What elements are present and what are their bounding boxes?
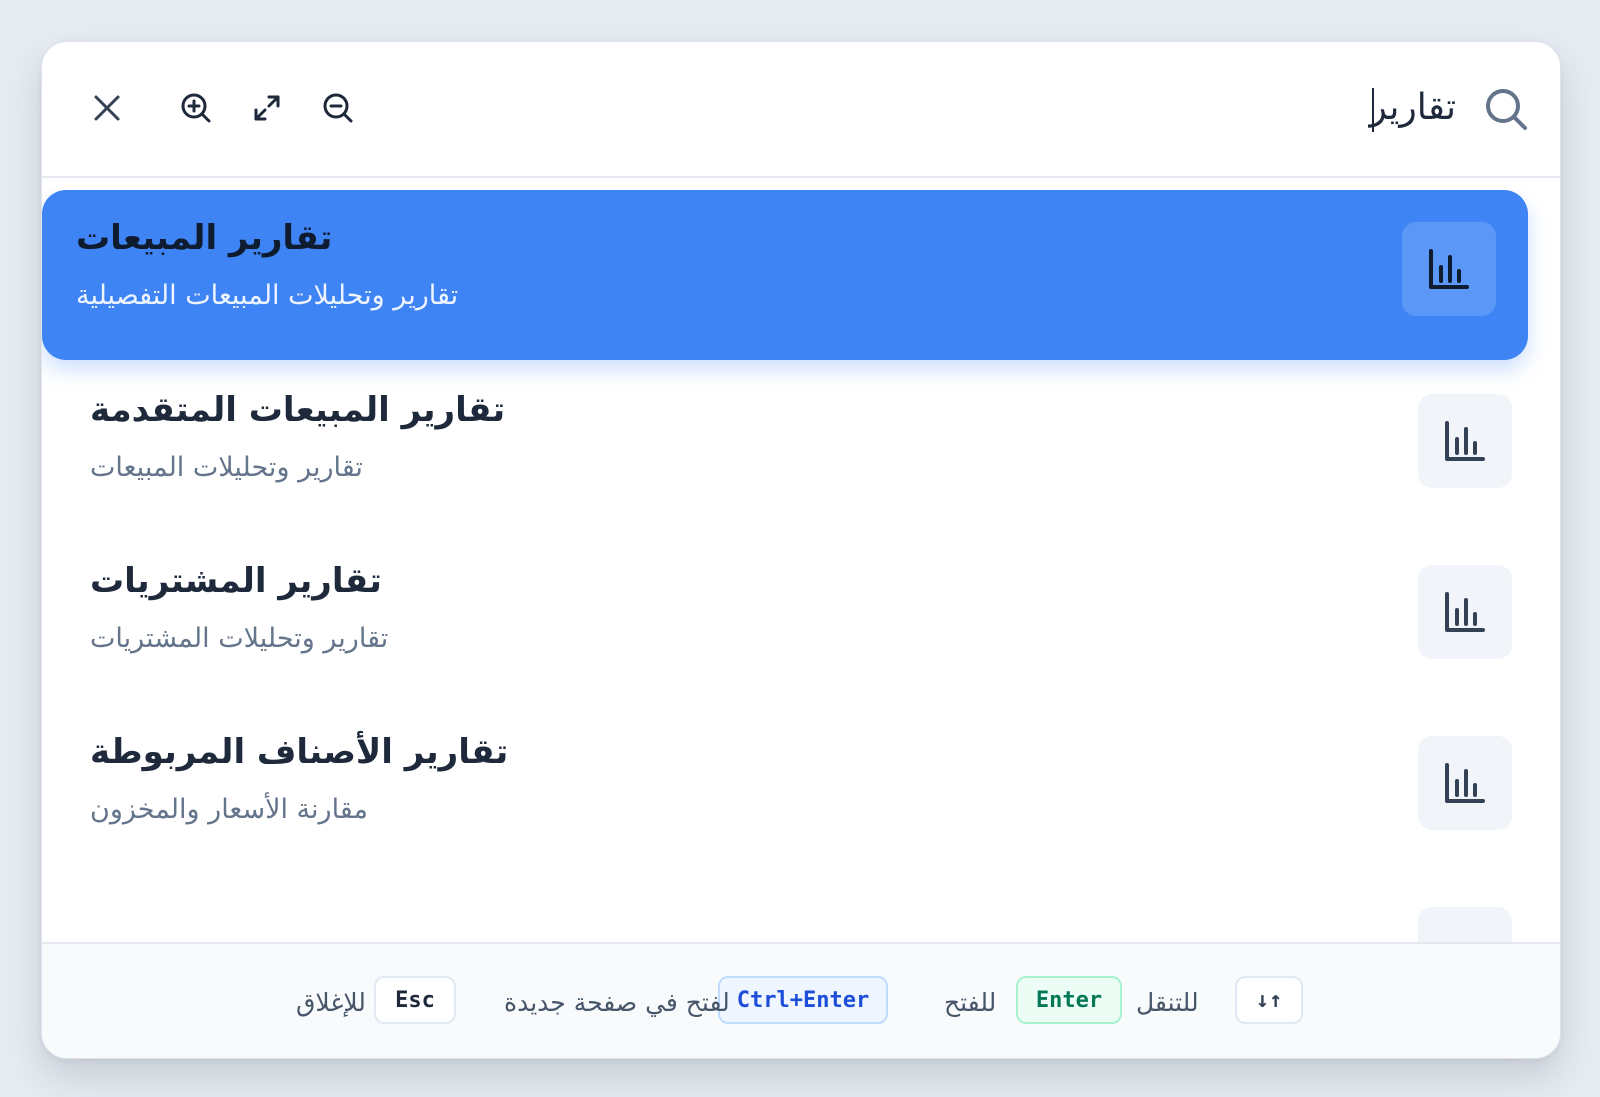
close-button[interactable] <box>90 91 124 125</box>
bar-chart-icon <box>1445 592 1485 632</box>
command-palette: تقارير تقارير المبيعات تقارير وتحليلات ا… <box>41 41 1561 1059</box>
text-caret <box>1372 88 1374 132</box>
bar-chart-icon <box>1445 421 1485 461</box>
open-new-page-hint: لفتح في صفحة جديدة <box>504 988 730 1017</box>
result-item-purchase-reports[interactable]: تقارير المشتريات تقارير وتحليلات المشتري… <box>42 533 1560 703</box>
close-icon <box>94 95 120 121</box>
result-title: تقارير المبيعات المتقدمة <box>90 390 506 430</box>
zoom-in-icon <box>181 93 211 123</box>
zoom-out-button[interactable] <box>321 91 355 125</box>
result-icon-box <box>1418 394 1512 488</box>
open-hint: للفتح <box>944 988 997 1017</box>
results-list: تقارير المبيعات تقارير وتحليلات المبيعات… <box>42 190 1560 980</box>
search-input[interactable]: تقارير <box>1370 86 1456 130</box>
result-subtitle: تقارير وتحليلات المبيعات التفصيلية <box>76 280 459 311</box>
esc-key: Esc <box>374 976 456 1024</box>
result-item-advanced-sales-reports[interactable]: تقارير المبيعات المتقدمة تقارير وتحليلات… <box>42 362 1560 532</box>
navigate-key: ↓↑ <box>1235 976 1303 1024</box>
result-icon-box <box>1418 736 1512 830</box>
result-item-linked-items-reports[interactable]: تقارير الأصناف المربوطة مقارنة الأسعار و… <box>42 704 1560 874</box>
result-subtitle: تقارير وتحليلات المشتريات <box>90 623 389 654</box>
bar-chart-icon <box>1445 763 1485 803</box>
enter-key: Enter <box>1016 976 1122 1024</box>
zoom-out-icon <box>323 93 353 123</box>
zoom-in-button[interactable] <box>179 91 213 125</box>
navigate-hint: للتنقل <box>1136 988 1199 1017</box>
bar-chart-icon <box>1429 249 1469 289</box>
expand-icon <box>254 95 280 121</box>
shortcut-hints: ↓↑ للتنقل Enter للفتح Ctrl+Enter لفتح في… <box>42 942 1560 1058</box>
search-bar: تقارير <box>42 42 1560 178</box>
result-icon-box <box>1418 565 1512 659</box>
expand-button[interactable] <box>250 91 284 125</box>
result-subtitle: تقارير وتحليلات المبيعات <box>90 452 363 483</box>
ctrl-enter-key: Ctrl+Enter <box>718 976 888 1024</box>
result-title: تقارير المبيعات <box>76 218 333 258</box>
search-icon <box>1486 89 1527 130</box>
result-icon-box <box>1402 222 1496 316</box>
close-hint: للإغلاق <box>296 988 366 1017</box>
result-subtitle: مقارنة الأسعار والمخزون <box>90 794 368 825</box>
result-item-sales-reports[interactable]: تقارير المبيعات تقارير وتحليلات المبيعات… <box>42 190 1528 360</box>
result-title: تقارير المشتريات <box>90 561 382 601</box>
result-title: تقارير الأصناف المربوطة <box>90 732 509 772</box>
